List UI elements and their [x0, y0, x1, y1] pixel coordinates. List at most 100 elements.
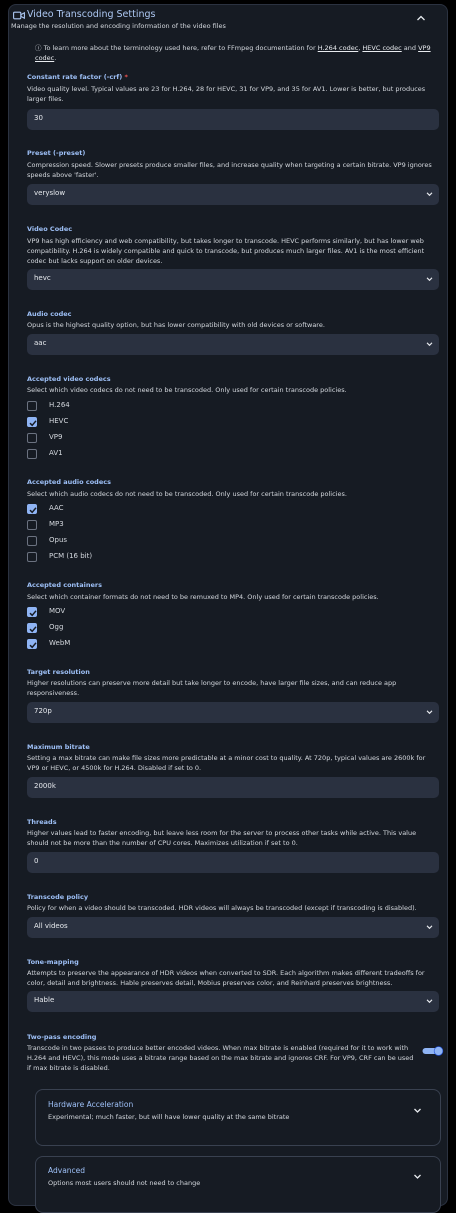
audio-codec-select[interactable]: aac: [27, 334, 439, 355]
chevron-down-icon: [414, 1174, 421, 1179]
advanced-title: Advanced: [48, 1166, 86, 1175]
transcode-policy-value: All videos: [34, 922, 68, 930]
threads-value: 0: [34, 857, 39, 865]
video-codec-label: Video Codec: [27, 225, 73, 233]
info-text: ⓘ To learn more about the terminology us…: [35, 43, 439, 63]
two-pass-toggle[interactable]: [422, 1046, 444, 1056]
target-resolution-label: Target resolution: [27, 668, 90, 676]
checkbox-opus[interactable]: [27, 536, 37, 546]
checkbox-label: AAC: [49, 504, 64, 512]
checkbox-pcm[interactable]: [27, 552, 37, 562]
check-icon: [29, 642, 37, 649]
check-icon: [29, 626, 37, 633]
tone-mapping-value: Hable: [34, 996, 55, 1004]
h264-codec-link[interactable]: H.264 codec: [318, 44, 359, 52]
audio-codec-value: aac: [34, 339, 47, 347]
required-mark: *: [124, 73, 128, 81]
advanced-panel[interactable]: Advanced Options most users should not n…: [35, 1156, 441, 1213]
checkbox-label: H.264: [49, 401, 70, 409]
target-resolution-value: 720p: [34, 707, 52, 715]
crf-label: Constant rate factor (-crf) *: [27, 73, 128, 81]
crf-label-text: Constant rate factor (-crf): [27, 73, 123, 81]
chevron-down-icon: [426, 277, 433, 282]
checkbox-label: WebM: [49, 639, 71, 647]
tone-mapping-label: Tone-mapping: [27, 958, 79, 966]
check-icon: [29, 507, 37, 514]
chevron-down-icon: [426, 342, 433, 347]
chevron-down-icon: [414, 1108, 421, 1113]
threads-input[interactable]: 0: [27, 852, 439, 873]
target-resolution-select[interactable]: 720p: [27, 702, 439, 723]
video-codec-select[interactable]: hevc: [27, 269, 439, 290]
accepted-audio-codecs-description: Select which audio codecs do not need to…: [27, 490, 347, 498]
audio-codec-label: Audio codec: [27, 310, 72, 318]
target-resolution-description: Higher resolutions can preserve more det…: [27, 679, 397, 697]
checkbox-vp9[interactable]: [27, 433, 37, 443]
preset-description: Compression speed. Slower presets produc…: [27, 161, 432, 179]
accepted-audio-codecs-label: Accepted audio codecs: [27, 478, 111, 486]
check-icon: [29, 610, 37, 617]
checkbox-ogg[interactable]: [27, 623, 37, 633]
chevron-down-icon: [426, 925, 433, 930]
checkbox-webm[interactable]: [27, 639, 37, 649]
max-bitrate-description: Setting a max bitrate can make file size…: [27, 754, 426, 772]
checkbox-label: Opus: [49, 536, 68, 544]
hardware-acceleration-title: Hardware Acceleration: [48, 1100, 134, 1109]
crf-input[interactable]: 30: [27, 109, 439, 130]
chevron-down-icon: [426, 710, 433, 715]
transcode-policy-label: Transcode policy: [27, 893, 89, 901]
threads-description: Higher values lead to faster encoding, b…: [27, 829, 417, 847]
advanced-description: Options most users should not need to ch…: [48, 1179, 201, 1187]
checkbox-label: PCM (16 bit): [49, 552, 93, 560]
chevron-down-icon: [426, 192, 433, 197]
transcode-policy-description: Policy for when a video should be transc…: [27, 904, 417, 912]
info-prefix: To learn more about the terminology used…: [43, 44, 316, 52]
info-and: and: [403, 44, 417, 52]
max-bitrate-label: Maximum bitrate: [27, 743, 90, 751]
checkbox-av1[interactable]: [27, 449, 37, 459]
checkbox-aac[interactable]: [27, 504, 37, 514]
audio-codec-description: Opus is the highest quality option, but …: [27, 321, 325, 329]
accepted-video-codecs-description: Select which video codecs do not need to…: [27, 386, 347, 394]
checkbox-h264[interactable]: [27, 401, 37, 411]
info-end: .: [54, 54, 57, 62]
checkbox-label: Ogg: [49, 623, 64, 631]
section-title[interactable]: Video Transcoding Settings: [27, 9, 155, 20]
checkbox-label: VP9: [49, 433, 63, 441]
check-icon: [29, 420, 37, 427]
accepted-containers-description: Select which container formats do not ne…: [27, 593, 379, 601]
checkbox-label: MOV: [49, 607, 66, 615]
transcode-policy-select[interactable]: All videos: [27, 917, 439, 938]
preset-value: veryslow: [34, 189, 66, 197]
info-icon: ⓘ: [35, 44, 42, 52]
checkbox-label: MP3: [49, 520, 64, 528]
crf-value: 30: [34, 114, 43, 122]
checkbox-hevc[interactable]: [27, 417, 37, 427]
accepted-containers-label: Accepted containers: [27, 581, 103, 589]
two-pass-description: Transcode in two passes to produce bette…: [27, 1044, 414, 1072]
hardware-acceleration-panel[interactable]: Hardware Acceleration Experimental; much…: [35, 1089, 441, 1146]
checkbox-label: AV1: [49, 449, 63, 457]
tone-mapping-select[interactable]: Hable: [27, 991, 439, 1012]
two-pass-label: Two-pass encoding: [27, 1033, 97, 1041]
video-codec-value: hevc: [34, 274, 51, 282]
section-subtitle: Manage the resolution and encoding infor…: [11, 22, 226, 30]
checkbox-mov[interactable]: [27, 607, 37, 617]
checkbox-mp3[interactable]: [27, 520, 37, 530]
preset-select[interactable]: veryslow: [27, 184, 439, 205]
crf-description: Video quality level. Typical values are …: [27, 85, 426, 103]
hevc-codec-link[interactable]: HEVC codec: [362, 44, 401, 52]
video-codec-description: VP9 has high efficiency and web compatib…: [27, 237, 425, 265]
video-camera-icon: [13, 11, 25, 20]
max-bitrate-value: 2000k: [34, 782, 56, 790]
hardware-acceleration-description: Experimental; much faster, but will have…: [48, 1113, 290, 1121]
info-sep: ,: [358, 44, 361, 52]
max-bitrate-input[interactable]: 2000k: [27, 777, 439, 798]
accepted-video-codecs-label: Accepted video codecs: [27, 375, 111, 383]
preset-label: Preset (-preset): [27, 149, 86, 157]
chevron-down-icon: [426, 999, 433, 1004]
tone-mapping-description: Attempts to preserve the appearance of H…: [27, 969, 425, 987]
chevron-up-icon[interactable]: [416, 14, 426, 22]
checkbox-label: HEVC: [49, 417, 69, 425]
threads-label: Threads: [27, 818, 57, 826]
